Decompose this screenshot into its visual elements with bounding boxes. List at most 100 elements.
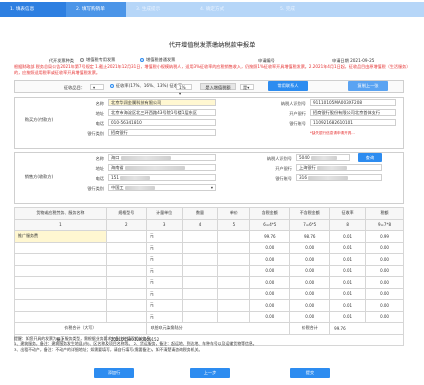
cell-spec[interactable] [105,241,147,254]
cell-qty[interactable] [181,276,219,289]
purchaser-bank-input[interactable]: 招商银行股份有限公司北京首体支行 [310,109,396,116]
cell-amount[interactable]: 0.00 [249,253,291,266]
purchaser-taxid-label: 纳税人识别号 [280,101,306,106]
cell-spec[interactable] [105,264,147,277]
cell-spec[interactable] [105,230,147,243]
add-contact-button[interactable]: 常用联系人 [268,81,308,91]
rate-radio[interactable]: 征收率(17%、16%、13%) 征收率： [110,83,186,89]
cell-qty[interactable] [181,230,219,243]
cell-name[interactable] [14,287,107,300]
cell-tax: 0.99 [365,230,404,243]
cell-unit[interactable]: 元 [145,299,183,312]
cell-amount[interactable]: 0.00 [249,287,291,300]
copy-prev-button[interactable]: 复制上一张 [348,81,388,91]
cell-unit[interactable]: 元 [145,310,183,323]
cell-rate: 0.01 [329,264,367,277]
cell-spec[interactable] [105,276,147,289]
cell-unit[interactable]: 元 [145,241,183,254]
cell-name[interactable] [14,264,107,277]
back-button[interactable]: 上一步 [190,368,230,378]
cell-unit[interactable]: 元 [145,230,183,243]
invoice-type-normal[interactable]: 增值税普通发票 [140,57,175,63]
cell-qty[interactable] [181,287,219,300]
table-row: 元 0.00 0.00 0.01 0.00 [14,253,404,266]
formula-cell: 9=7*8 [365,218,404,231]
purchaser-bank-type-label: 银行类别 [87,131,104,136]
cell-name[interactable] [14,310,107,323]
cell-price[interactable] [217,287,251,300]
cell-qty[interactable] [181,264,219,277]
cell-name[interactable] [14,253,107,266]
seller-account-input[interactable]: 316 [296,174,382,181]
cell-qty[interactable] [181,310,219,323]
purchaser-phone-input[interactable]: 010-56341810 [108,119,216,126]
purchaser-account-input[interactable]: 110921682610101 [310,119,396,126]
cell-tax: 0.00 [365,287,404,300]
cell-spec[interactable] [105,310,147,323]
cell-tax: 0.00 [365,276,404,289]
cell-rate: 0.01 [329,230,367,243]
purchaser-bank-type-select[interactable]: 招商银行 [108,129,216,136]
redacted-blur [124,166,185,170]
cell-amount[interactable]: 0.00 [249,264,291,277]
rate-select[interactable]: 1% ▾ [176,84,192,96]
cell-tax: 0.00 [365,310,404,323]
cell-amount[interactable]: 0.00 [249,299,291,312]
cell-price[interactable] [217,253,251,266]
cell-amount[interactable]: 0.00 [249,310,291,323]
cell-price[interactable] [217,276,251,289]
cell-price[interactable] [217,230,251,243]
submit-button[interactable]: 提交 [290,368,330,378]
formula-cell: 5 [217,218,251,231]
items-table: 货物或应税劳务、服务名称 规格型号 计量单位 数量 单价 含税金额 不含税金额 … [14,207,405,346]
seller-address-input[interactable]: 海南省 [108,164,216,171]
cell-spec[interactable] [105,299,147,312]
purchaser-name-label: 名称 [95,101,104,106]
purchaser-taxid-input[interactable]: 91110105MA003XF208 [310,99,396,106]
cell-name[interactable]: 推广服务费 [14,230,107,243]
add-row-button[interactable]: 添加行 [94,368,134,378]
redacted-blur [120,156,171,160]
levy-rate-select[interactable]: ▾ [90,84,104,90]
purchaser-address-input[interactable]: 北京市海淀区北三环西路43号院1号楼1层东区 [108,109,216,116]
cell-amount[interactable]: 99.76 [249,230,291,243]
query-button[interactable]: 查询 [358,153,382,162]
cell-rate: 0.01 [329,253,367,266]
col-spec-header: 规格型号 [105,207,147,220]
cell-price[interactable] [217,264,251,277]
calc-method-select[interactable]: 是▾ [240,84,254,90]
calc-method-label[interactable]: 是入增值税额 [200,83,236,90]
cell-net: 0.00 [289,276,331,289]
cell-spec[interactable] [105,287,147,300]
cell-name[interactable] [14,241,107,254]
cell-rate: 0.01 [329,241,367,254]
cell-unit[interactable]: 元 [145,287,183,300]
cell-name[interactable] [14,276,107,289]
seller-name-input[interactable]: 海口 [108,154,216,161]
cell-net: 0.00 [289,241,331,254]
cell-price[interactable] [217,299,251,312]
cell-unit[interactable]: 元 [145,253,183,266]
cell-price[interactable] [217,241,251,254]
invoice-type-special[interactable]: 增值税专用发票 [80,57,115,63]
cell-amount[interactable]: 0.00 [249,276,291,289]
cell-price[interactable] [217,310,251,323]
table-row: 推广服务费 元 99.76 98.76 0.01 0.99 [14,230,404,243]
cell-amount[interactable]: 0.00 [249,241,291,254]
seller-taxid-input[interactable]: 5040 [296,154,350,161]
cell-unit[interactable]: 元 [145,276,183,289]
cell-unit[interactable]: 元 [145,264,183,277]
cell-spec[interactable] [105,253,147,266]
seller-bank-type-select[interactable]: 中国工 ▾ [108,184,216,191]
formula-cell: 8 [329,218,367,231]
cell-qty[interactable] [181,241,219,254]
seller-bank-input[interactable]: 上海银行 [296,164,382,171]
cell-qty[interactable] [181,253,219,266]
cell-qty[interactable] [181,299,219,312]
purchaser-name-input[interactable]: 北京华润金属科技有限公司 [108,99,216,106]
seller-phone-input[interactable]: 151 [108,174,216,181]
cell-rate: 0.01 [329,299,367,312]
cell-name[interactable] [14,299,107,312]
seller-account-label: 银行账号 [275,176,292,181]
seller-bank-type-label: 银行类别 [87,186,104,191]
